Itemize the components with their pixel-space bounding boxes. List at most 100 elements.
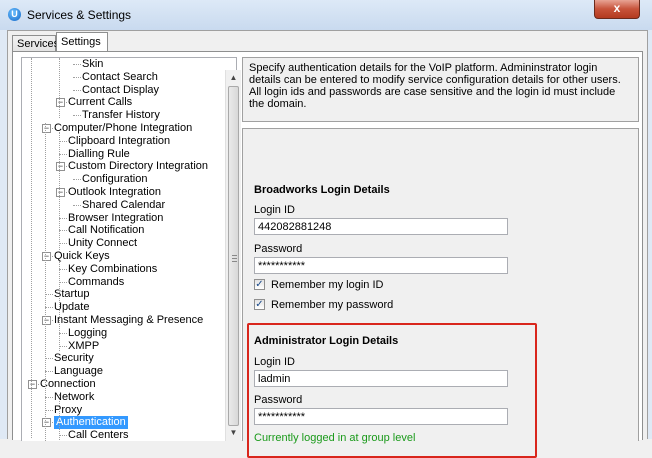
tree-connector [45, 396, 53, 398]
tree-item[interactable]: Skin [22, 58, 222, 71]
tree-item-label[interactable]: Contact Display [82, 84, 159, 97]
tree-item-label[interactable]: Logging [68, 327, 107, 340]
tree-item[interactable]: − Instant Messaging & Presence [22, 314, 222, 327]
tree-item-label[interactable]: Instant Messaging & Presence [54, 314, 203, 327]
close-button[interactable]: x [594, 0, 640, 19]
broadworks-password-label: Password [254, 243, 303, 255]
tree-item-label[interactable]: Quick Keys [54, 250, 110, 263]
scroll-up-button[interactable]: ▲ [226, 70, 241, 86]
collapse-toggle-icon[interactable]: − [42, 418, 51, 428]
tree-item[interactable]: Clipboard Integration [22, 135, 222, 148]
tree-item[interactable]: Contact Display [22, 84, 222, 97]
broadworks-password-field[interactable]: *********** [254, 257, 508, 274]
tree-item-label[interactable]: Skin [82, 58, 103, 71]
tree-guide-line [59, 261, 60, 351]
admin-password-label: Password [254, 394, 303, 406]
tree-item-label[interactable]: Outlook Integration [68, 186, 161, 199]
tree-item[interactable]: − Connection [22, 378, 222, 391]
tree-connector [45, 294, 53, 296]
tree-item-label[interactable]: Unity Connect [68, 237, 137, 250]
tree-item[interactable]: Key Combinations [22, 263, 222, 276]
tree-item[interactable]: Configuration [22, 173, 222, 186]
tree-item[interactable]: − Custom Directory Integration [22, 160, 222, 173]
collapse-toggle-icon[interactable]: − [56, 188, 65, 197]
remember-login-checkbox[interactable]: ✓ [254, 279, 265, 290]
broadworks-login-id-field[interactable]: 442082881248 [254, 218, 508, 235]
tree-item[interactable]: − Outlook Integration [22, 186, 222, 199]
tree-item-label[interactable]: Call Notification [68, 224, 144, 237]
tree-guide-line [59, 132, 60, 252]
settings-tree[interactable]: Skin Contact Search Contact Display − Curren… [21, 57, 237, 441]
tree-item[interactable]: Proxy [22, 404, 222, 417]
grip-icon [232, 255, 237, 262]
tree-item-label[interactable]: Current Calls [68, 96, 132, 109]
tree-item-label[interactable]: XMPP [68, 340, 99, 353]
tree-connector [73, 64, 81, 65]
title-bar[interactable]: U Services & Settings x [0, 0, 652, 30]
tree-item[interactable]: Language [22, 365, 222, 378]
services-settings-window: U Services & Settings x Services Setting… [0, 0, 652, 458]
collapse-toggle-icon[interactable]: − [56, 98, 65, 108]
tree-item[interactable]: Call Notification [22, 224, 222, 237]
tree-item[interactable]: Contact Search [22, 71, 222, 84]
tree-guide-line [31, 58, 32, 438]
tree-connector [45, 371, 53, 373]
tree-item[interactable]: Dialling Rule [22, 148, 222, 161]
tree-item-label[interactable]: Clipboard Integration [68, 135, 170, 148]
tree-item-selected-label[interactable]: Authentication [54, 416, 128, 430]
tree-item-label[interactable]: Contact Search [82, 71, 158, 84]
tree-item-label[interactable]: Key Combinations [68, 263, 157, 276]
tree-item[interactable]: Commands [22, 276, 222, 289]
tree-item[interactable]: Startup [22, 288, 222, 301]
tree-item[interactable]: Browser Integration [22, 212, 222, 225]
tree-item-label[interactable]: Browser Integration [68, 212, 163, 225]
tree-item-label[interactable]: Language [54, 365, 103, 378]
admin-password-field[interactable]: *********** [254, 408, 508, 425]
tree-item[interactable]: − Computer/Phone Integration [22, 122, 222, 135]
tree-item[interactable]: Shared Calendar [22, 199, 222, 212]
tab-settings[interactable]: Settings [56, 32, 108, 51]
collapse-toggle-icon[interactable]: − [42, 316, 51, 325]
tree-item-label[interactable]: Transfer History [82, 109, 160, 122]
broadworks-title: Broadworks Login Details [254, 184, 390, 196]
collapse-toggle-icon[interactable]: − [42, 252, 51, 261]
tree-item-label[interactable]: Custom Directory Integration [68, 160, 208, 173]
tree-connector [59, 217, 67, 219]
tree-connector [59, 268, 67, 270]
tree-item[interactable]: XMPP [22, 340, 222, 353]
tree-connector [73, 204, 81, 206]
collapse-toggle-icon[interactable]: − [42, 124, 51, 133]
tree-scrollbar[interactable]: ▲ ▼ [225, 70, 241, 441]
tree-item-label[interactable]: Network [54, 391, 94, 404]
tree-item[interactable]: Logging [22, 327, 222, 340]
tree-item-label[interactable]: Computer/Phone Integration [54, 122, 192, 135]
tree-item-label[interactable]: Shared Calendar [82, 199, 165, 212]
tree-item[interactable]: Transfer History [22, 109, 222, 122]
scroll-thumb[interactable] [228, 86, 239, 426]
tree-item-label[interactable]: Commands [68, 276, 124, 289]
tree-connector [59, 140, 67, 142]
tree-item[interactable]: Unity Connect [22, 237, 222, 250]
collapse-toggle-icon[interactable]: − [28, 380, 37, 389]
tree-item-label[interactable]: Security [54, 352, 94, 365]
tab-services[interactable]: Services [12, 35, 59, 51]
tree-item-label[interactable]: Configuration [82, 173, 147, 186]
description-box: Specify authentication details for the V… [242, 57, 639, 122]
tree-item-label[interactable]: Connection [40, 378, 96, 391]
tree-item-label[interactable]: Call Centers [68, 429, 129, 441]
tree-item-label[interactable]: Dialling Rule [68, 148, 130, 161]
tree-item[interactable]: Security [22, 352, 222, 365]
remember-password-checkbox[interactable]: ✓ [254, 299, 265, 310]
tree-item[interactable]: − Authentication [22, 416, 222, 430]
remember-login-label: Remember my login ID [271, 279, 384, 291]
collapse-toggle-icon[interactable]: − [56, 162, 65, 172]
remember-password-label: Remember my password [271, 299, 394, 311]
tree-connector [73, 179, 81, 181]
tree-item[interactable]: Call Centers [22, 429, 222, 441]
tree-connector [59, 281, 67, 283]
tree-item[interactable]: Network [22, 391, 222, 404]
tree-item[interactable]: − Quick Keys [22, 250, 222, 263]
tree-item[interactable]: Update [22, 301, 222, 314]
admin-login-id-field[interactable]: ladmin [254, 370, 508, 387]
tree-item[interactable]: − Current Calls [22, 96, 222, 109]
